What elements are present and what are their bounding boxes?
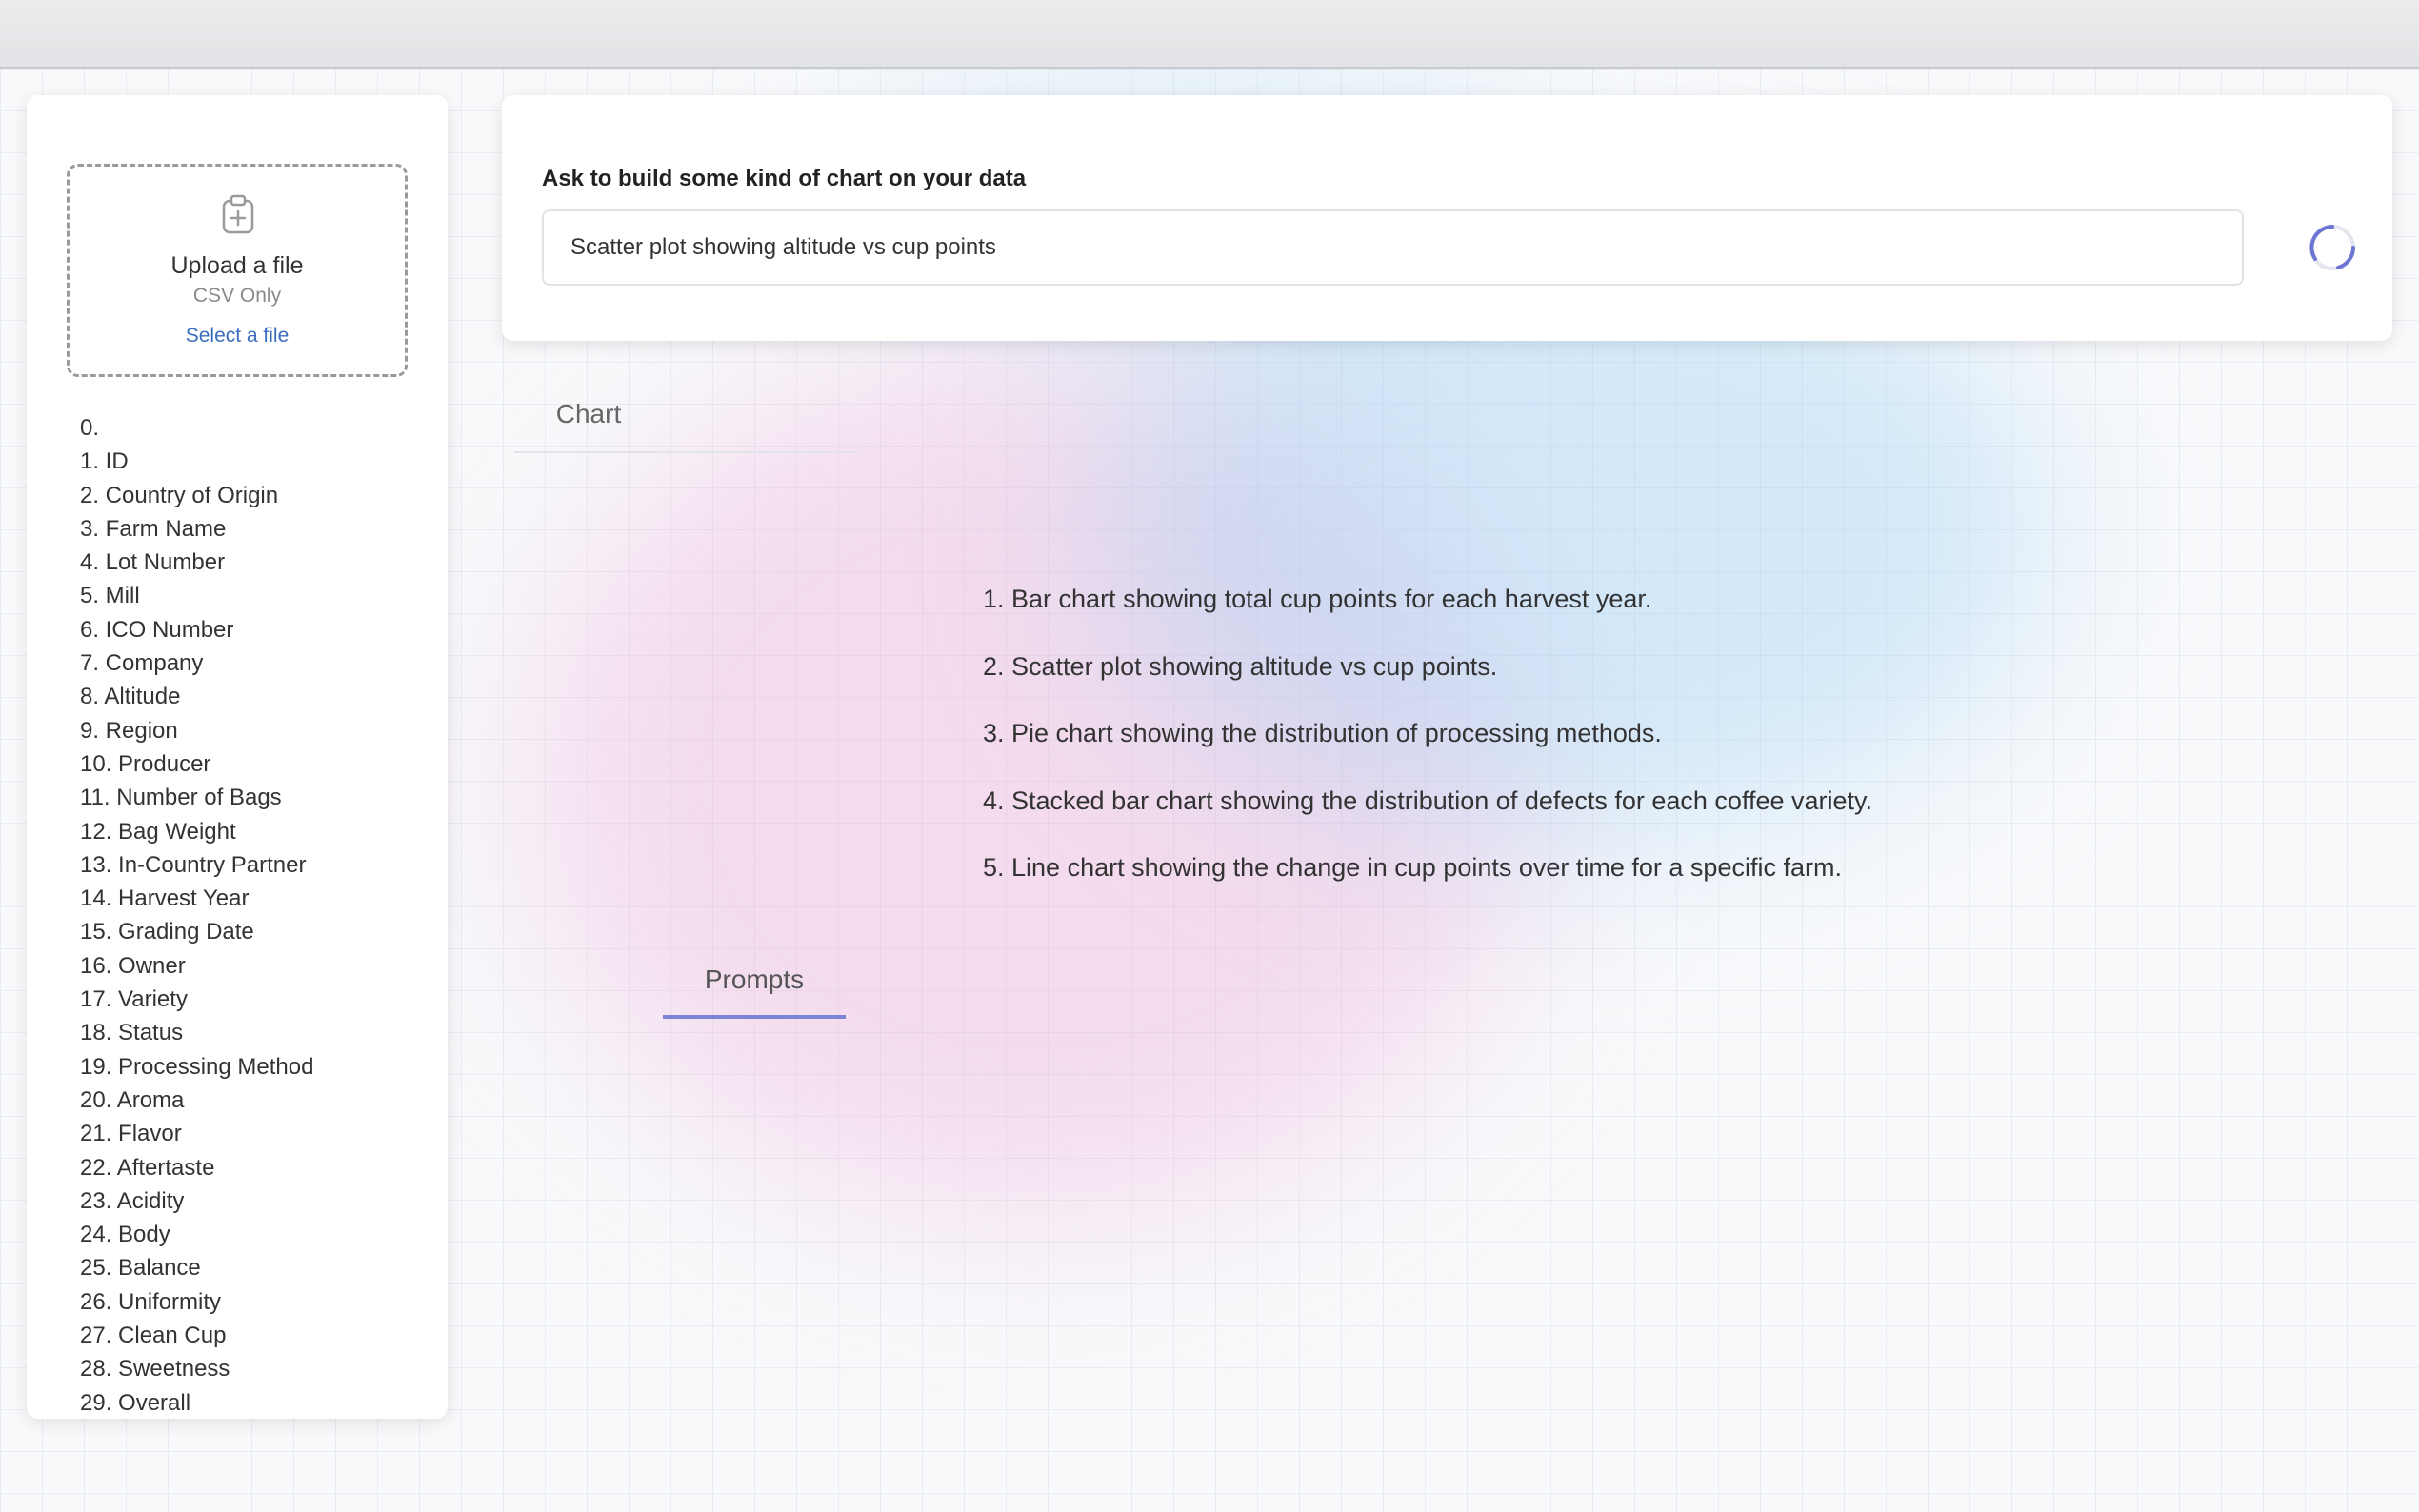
tab-chart[interactable]: Chart [514, 381, 663, 453]
column-item: 9. Region [80, 717, 178, 744]
column-item: 1. ID [80, 448, 129, 475]
column-item: 11. Number of Bags [80, 785, 282, 811]
query-label: Ask to build some kind of chart on your … [542, 166, 1027, 191]
column-list: 0. 1. ID 2. Country of Origin 3. Farm Name 4… [80, 411, 313, 1419]
column-item: 23. Acidity [80, 1187, 185, 1214]
column-item: 19. Processing Method [80, 1053, 314, 1080]
column-item: 17. Variety [80, 986, 188, 1013]
prompt-list: 1. Bar chart showing total cup points fo… [983, 566, 1872, 902]
column-item: 24. Body [80, 1222, 170, 1248]
column-item: 29. Overall [80, 1389, 191, 1416]
column-item: 0. [80, 415, 100, 441]
clipboard-plus-icon [222, 194, 254, 234]
column-item: 12. Bag Weight [80, 818, 236, 845]
prompt-suggestion[interactable]: 3. Pie chart showing the distribution of… [983, 700, 1872, 767]
sidebar: Upload a file CSV Only Select a file 0. 1… [27, 95, 448, 1419]
column-item: 10. Producer [80, 750, 211, 777]
column-item: 27. Clean Cup [80, 1323, 227, 1349]
column-item: 21. Flavor [80, 1121, 182, 1147]
column-item: 8. Altitude [80, 684, 181, 710]
tab-prompts[interactable]: Prompts [663, 946, 846, 1019]
column-item: 22. Aftertaste [80, 1154, 215, 1181]
column-item: 4. Lot Number [80, 549, 226, 576]
column-item: 14. Harvest Year [80, 885, 250, 912]
tab-bar: Chart Prompts [514, 381, 857, 1019]
query-input[interactable] [542, 209, 2244, 286]
column-item: 18. Status [80, 1020, 184, 1046]
column-item: 13. In-Country Partner [80, 851, 307, 878]
column-item: 28. Sweetness [80, 1356, 230, 1383]
loading-spinner-icon [2309, 225, 2355, 270]
prompt-suggestion[interactable]: 2. Scatter plot showing altitude vs cup … [983, 633, 1872, 701]
column-item: 25. Balance [80, 1255, 201, 1282]
column-item: 3. Farm Name [80, 515, 227, 542]
upload-subtitle: CSV Only [192, 285, 282, 307]
column-item: 2. Country of Origin [80, 482, 279, 508]
select-file-link[interactable]: Select a file [70, 325, 405, 348]
prompt-suggestion[interactable]: 5. Line chart showing the change in cup … [983, 834, 1872, 902]
column-item: 16. Owner [80, 952, 186, 979]
upload-title: Upload a file [170, 252, 304, 279]
column-item: 6. ICO Number [80, 616, 234, 643]
prompt-suggestion[interactable]: 4. Stacked bar chart showing the distrib… [983, 767, 1872, 835]
file-upload-dropzone[interactable]: Upload a file CSV Only Select a file [67, 164, 408, 377]
query-card: Ask to build some kind of chart on your … [502, 95, 2392, 341]
column-item: 26. Uniformity [80, 1288, 222, 1315]
prompt-suggestion[interactable]: 1. Bar chart showing total cup points fo… [983, 566, 1872, 633]
column-item: 15. Grading Date [80, 919, 254, 945]
column-item: 5. Mill [80, 583, 140, 609]
column-item: 7. Company [80, 650, 204, 677]
column-item: 20. Aroma [80, 1086, 185, 1113]
browser-top-bar [0, 0, 2419, 69]
